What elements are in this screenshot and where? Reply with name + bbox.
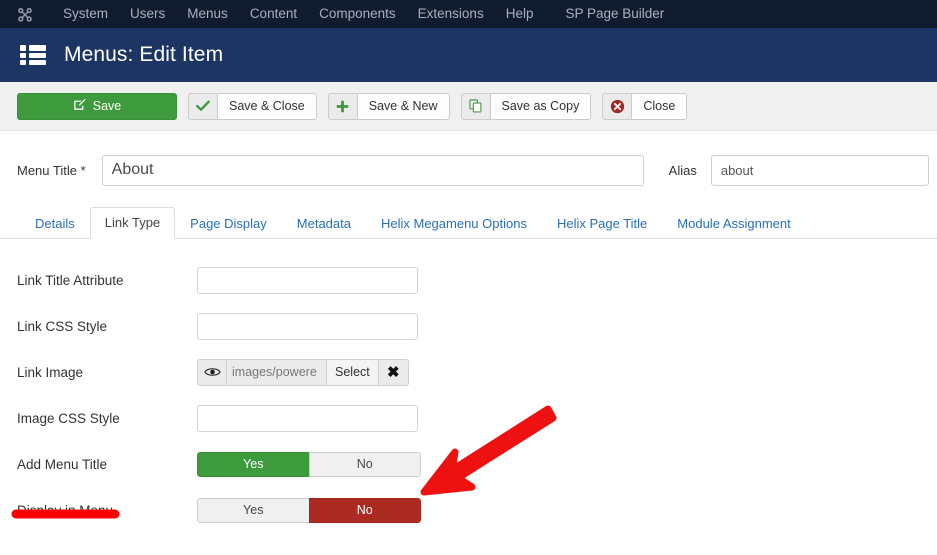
page-header: Menus: Edit Item (0, 28, 937, 82)
menu-title-input[interactable] (102, 155, 644, 186)
link-image-control: images/powere Select ✖ (197, 359, 409, 386)
link-css-style-input[interactable] (197, 313, 418, 340)
eye-icon[interactable] (197, 359, 227, 386)
joomla-logo-icon[interactable] (14, 3, 36, 25)
navbar-item-help[interactable]: Help (495, 0, 545, 28)
page-root: System Users Menus Content Components Ex… (0, 0, 937, 555)
add-menu-title-yes[interactable]: Yes (197, 452, 309, 477)
link-image-label: Link Image (17, 365, 197, 380)
save-as-copy-button[interactable]: Save as Copy (461, 93, 592, 120)
copy-icon[interactable] (461, 93, 490, 120)
plus-icon[interactable] (328, 93, 357, 120)
title-row: Menu Title * Alias (0, 131, 937, 189)
link-css-style-label: Link CSS Style (17, 319, 197, 334)
check-icon[interactable] (188, 93, 217, 120)
tab-helix-page-title[interactable]: Helix Page Title (542, 208, 662, 239)
alias-label: Alias (669, 163, 697, 178)
row-link-image: Link Image images/powere Select ✖ (0, 349, 937, 395)
navbar-item-content[interactable]: Content (239, 0, 308, 28)
navbar-item-system[interactable]: System (52, 0, 119, 28)
admin-navbar: System Users Menus Content Components Ex… (0, 0, 937, 28)
tab-metadata[interactable]: Metadata (282, 208, 366, 239)
navbar-item-components[interactable]: Components (308, 0, 407, 28)
navbar-item-menus[interactable]: Menus (176, 0, 239, 28)
row-link-title-attribute: Link Title Attribute (0, 257, 937, 303)
navbar-item-extensions[interactable]: Extensions (407, 0, 495, 28)
row-image-css-style: Image CSS Style (0, 395, 937, 441)
save-and-new-label[interactable]: Save & New (357, 93, 450, 120)
tab-page-display[interactable]: Page Display (175, 208, 282, 239)
save-button-label: Save (93, 99, 122, 113)
close-button[interactable]: Close (602, 93, 687, 120)
row-add-menu-title: Add Menu Title Yes No (0, 441, 937, 487)
display-in-menu-no[interactable]: No (309, 498, 422, 523)
add-menu-title-no[interactable]: No (309, 452, 422, 477)
display-in-menu-toggle: Yes No (197, 498, 421, 523)
tab-module-assignment[interactable]: Module Assignment (662, 208, 805, 239)
pencil-square-icon (73, 98, 86, 114)
add-menu-title-toggle: Yes No (197, 452, 421, 477)
tab-link-type[interactable]: Link Type (90, 207, 175, 239)
content-area: Menu Title * Alias Details Link Type Pag… (0, 131, 937, 533)
add-menu-title-label: Add Menu Title (17, 457, 197, 472)
row-link-css-style: Link CSS Style (0, 303, 937, 349)
list-menu-icon (20, 44, 46, 66)
tab-helix-megamenu-options[interactable]: Helix Megamenu Options (366, 208, 542, 239)
page-title: Menus: Edit Item (64, 43, 223, 67)
link-title-attribute-input[interactable] (197, 267, 418, 294)
close-label[interactable]: Close (631, 93, 687, 120)
link-image-select-button[interactable]: Select (327, 359, 379, 386)
navbar-item-users[interactable]: Users (119, 0, 176, 28)
menu-title-label: Menu Title * (17, 163, 86, 178)
navbar-item-sp-page-builder[interactable]: SP Page Builder (554, 0, 675, 28)
link-title-attribute-label: Link Title Attribute (17, 273, 197, 288)
save-button[interactable]: Save (17, 93, 177, 120)
image-css-style-label: Image CSS Style (17, 411, 197, 426)
toolbar: Save Save & Close Save & New (0, 82, 937, 131)
tab-details[interactable]: Details (20, 208, 90, 239)
display-in-menu-yes[interactable]: Yes (197, 498, 309, 523)
display-in-menu-label: Display in Menu (17, 503, 197, 518)
save-and-close-label[interactable]: Save & Close (217, 93, 317, 120)
link-image-clear-button[interactable]: ✖ (379, 359, 409, 386)
save-and-new-button[interactable]: Save & New (328, 93, 450, 120)
tab-bar: Details Link Type Page Display Metadata … (0, 208, 937, 239)
save-as-copy-label[interactable]: Save as Copy (490, 93, 592, 120)
link-image-path-input[interactable]: images/powere (227, 359, 327, 386)
circle-x-icon[interactable] (602, 93, 631, 120)
link-type-form: Link Title Attribute Link CSS Style Link… (0, 239, 937, 533)
image-css-style-input[interactable] (197, 405, 418, 432)
alias-input[interactable] (711, 155, 929, 186)
row-display-in-menu: Display in Menu Yes No (0, 487, 937, 533)
save-and-close-button[interactable]: Save & Close (188, 93, 317, 120)
